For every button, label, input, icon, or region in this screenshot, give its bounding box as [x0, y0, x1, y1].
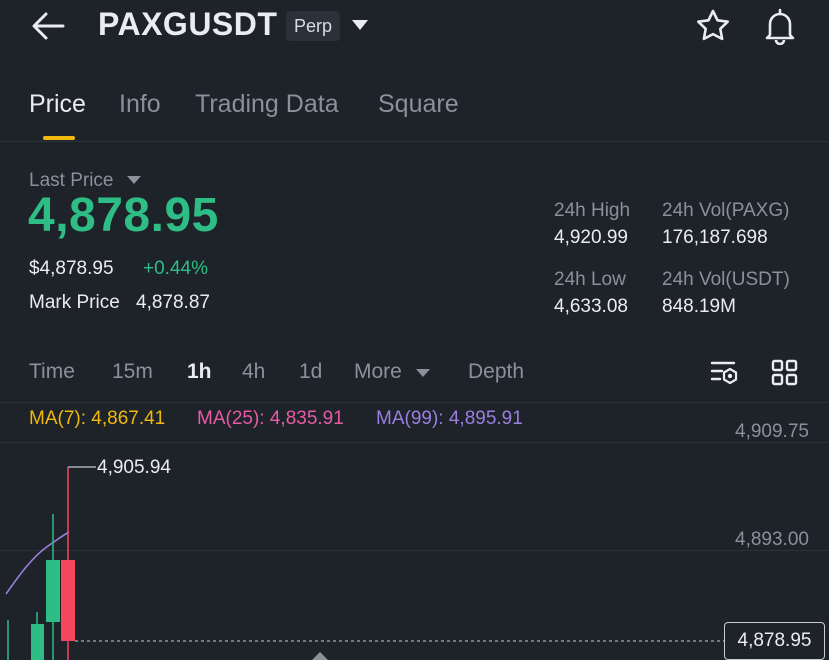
mark-price-label: Mark Price	[29, 292, 120, 313]
vol-usdt-value: 848.19M	[662, 296, 736, 317]
tab-info[interactable]: Info	[119, 90, 161, 119]
vol-paxg-value: 176,187.698	[662, 227, 768, 248]
price-change: +0.44%	[143, 258, 208, 279]
grid-layout-icon[interactable]	[770, 358, 800, 388]
symbol-dropdown-icon[interactable]	[350, 18, 370, 32]
chart-settings-icon[interactable]	[709, 358, 741, 388]
chart-bottom-marker	[312, 652, 328, 660]
high-marker-label: 4,905.94	[97, 457, 171, 478]
high-24h-value: 4,920.99	[554, 227, 628, 248]
candle-3-body	[46, 560, 60, 622]
tabs-divider	[0, 141, 829, 142]
timeframe-more[interactable]: More	[354, 360, 402, 384]
timeframe-4h[interactable]: 4h	[242, 360, 265, 384]
tab-square[interactable]: Square	[378, 90, 459, 119]
tab-price[interactable]: Price	[29, 90, 86, 119]
timeframe-15m[interactable]: 15m	[112, 360, 153, 384]
back-arrow-icon[interactable]	[30, 10, 66, 42]
low-24h-value: 4,633.08	[554, 296, 628, 317]
current-price-box: 4,878.95	[724, 622, 825, 660]
candle-4-body	[61, 560, 75, 641]
timeframe-time[interactable]: Time	[29, 360, 75, 384]
usd-price: $4,878.95	[29, 258, 114, 279]
tab-trading-data[interactable]: Trading Data	[195, 90, 339, 119]
last-price-value: 4,878.95	[28, 189, 219, 242]
high-24h-label: 24h High	[554, 200, 631, 221]
ma99-label: MA(99): 4,895.91	[376, 408, 523, 429]
toolbar-divider	[0, 402, 829, 403]
perp-badge: Perp	[286, 11, 341, 41]
axis-price-top: 4,909.75	[735, 421, 809, 442]
ma7-label: MA(7): 4,867.41	[29, 408, 166, 429]
last-price-dropdown-icon[interactable]	[126, 175, 142, 185]
active-tab-indicator	[43, 136, 75, 140]
candle-2-body	[31, 624, 44, 660]
vol-usdt-label: 24h Vol(USDT)	[662, 269, 790, 290]
vol-paxg-label: 24h Vol(PAXG)	[662, 200, 790, 221]
symbol-title[interactable]: PAXGUSDT	[98, 6, 277, 43]
star-icon[interactable]	[695, 8, 731, 44]
low-24h-label: 24h Low	[554, 269, 626, 290]
more-dropdown-icon[interactable]	[415, 368, 431, 378]
ma25-label: MA(25): 4,835.91	[197, 408, 344, 429]
timeframe-depth[interactable]: Depth	[468, 360, 524, 384]
timeframe-1d[interactable]: 1d	[299, 360, 322, 384]
bell-icon[interactable]	[762, 7, 798, 45]
timeframe-1h[interactable]: 1h	[187, 360, 212, 384]
mark-price-value: 4,878.87	[136, 292, 210, 313]
